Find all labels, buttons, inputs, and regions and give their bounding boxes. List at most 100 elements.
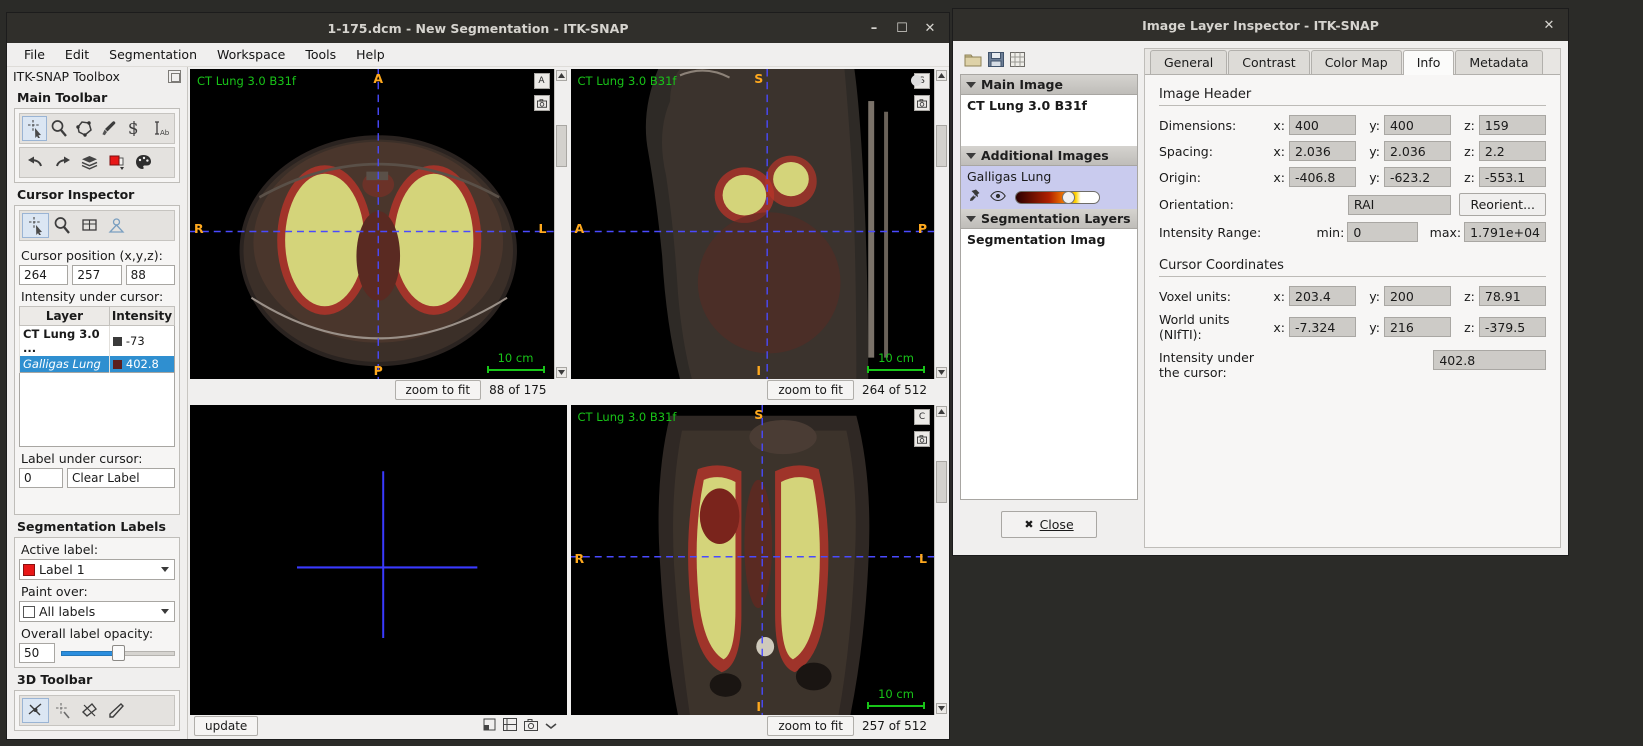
coronal-zoom-to-fit-button[interactable]: zoom to fit [767, 716, 854, 736]
cursor-z-input[interactable]: 88 [125, 265, 175, 285]
label-id-input[interactable]: 0 [19, 468, 63, 488]
undock-icon[interactable] [168, 70, 181, 83]
spray-3d-tool-icon[interactable] [49, 698, 76, 723]
crosshair-tool-icon[interactable] [22, 116, 48, 141]
pin-icon[interactable] [969, 189, 981, 205]
zoom-inspector-icon[interactable] [49, 213, 76, 238]
paint-over-label: Paint over: [21, 584, 88, 599]
main-titlebar: 1-175.dcm - New Segmentation - ITK-SNAP … [7, 13, 949, 43]
axial-zoom-to-fit-button[interactable]: zoom to fit [394, 380, 482, 400]
axial-expand-button[interactable]: A [533, 73, 550, 89]
scroll-thumb[interactable] [936, 461, 947, 503]
axial-scrollbar[interactable] [553, 69, 567, 379]
dialog-close-icon[interactable]: ✕ [1536, 13, 1562, 37]
scroll-thumb[interactable] [936, 125, 947, 167]
scroll-down-arrow[interactable] [936, 367, 947, 378]
layer-item-galligas-lung[interactable]: Galligas Lung [961, 166, 1137, 187]
crosshair-3d-tool-icon[interactable] [22, 698, 49, 723]
colormap-slider[interactable] [1015, 190, 1100, 204]
eye-icon[interactable] [990, 190, 1006, 204]
sagittal-camera-button[interactable] [914, 95, 930, 111]
tab-metadata[interactable]: Metadata [1455, 50, 1543, 74]
tab-color-map[interactable]: Color Map [1310, 50, 1402, 74]
mesh-inspector-icon[interactable] [103, 213, 130, 238]
scalpel-3d-tool-icon[interactable] [76, 698, 103, 723]
reset-view-icon[interactable] [483, 718, 496, 734]
coronal-expand-button[interactable]: C [914, 409, 930, 425]
undo-tool-icon[interactable] [22, 150, 49, 175]
reorient-button[interactable]: Reorient... [1459, 193, 1546, 216]
scroll-down-arrow[interactable] [555, 367, 567, 378]
slider-knob[interactable] [112, 645, 125, 661]
maximize-button[interactable]: ☐ [889, 16, 915, 40]
layers-tool-icon[interactable] [76, 150, 103, 175]
redo-tool-icon[interactable] [49, 150, 76, 175]
close-button[interactable]: ✖ Close [1001, 510, 1097, 538]
tab-general[interactable]: General [1150, 50, 1228, 74]
table-row[interactable]: Galligas Lung 402.8 [19, 356, 175, 373]
sagittal-scrollbar[interactable] [934, 69, 947, 379]
open-folder-icon[interactable] [964, 52, 982, 70]
close-button[interactable]: ✕ [917, 16, 943, 40]
active-label-select[interactable]: Label 1 [19, 559, 175, 580]
scroll-down-arrow[interactable] [936, 703, 947, 714]
scroll-up-arrow[interactable] [936, 70, 947, 81]
camera-icon[interactable] [523, 718, 538, 734]
coronal-scrollbar[interactable] [934, 405, 947, 715]
paint-over-value: All labels [39, 604, 96, 619]
more-icon[interactable] [545, 719, 557, 733]
menu-tools[interactable]: Tools [296, 44, 345, 65]
label-color-tool-icon[interactable] [103, 150, 130, 175]
axial-viewport[interactable]: CT Lung 3.0 B31f A P R L 10 cm A [190, 69, 567, 379]
zoom-pan-tool-icon[interactable] [47, 116, 72, 141]
coronal-viewport[interactable]: CT Lung 3.0 B31f S I R L 10 cm C [570, 405, 947, 715]
table-row[interactable]: CT Lung 3.0 ... -73 [19, 325, 175, 356]
palette-tool-icon[interactable] [130, 150, 157, 175]
crosshair-inspector-icon[interactable] [22, 213, 49, 238]
polygon-tool-icon[interactable] [72, 116, 97, 141]
sagittal-zoom-to-fit-button[interactable]: zoom to fit [767, 380, 854, 400]
expand-icon[interactable] [502, 718, 517, 734]
render3d-viewport[interactable] [190, 405, 567, 715]
tab-contrast[interactable]: Contrast [1228, 50, 1310, 74]
opacity-slider[interactable] [61, 643, 175, 663]
layer-group-main-image[interactable]: Main Image [961, 75, 1137, 95]
layer-item-main-image[interactable]: CT Lung 3.0 B31f [961, 95, 1137, 116]
menu-edit[interactable]: Edit [56, 44, 98, 65]
colormap-slider-handle[interactable] [1062, 190, 1075, 204]
cursor-x-input[interactable]: 264 [19, 265, 69, 285]
axis-z-label: z: [1464, 319, 1475, 335]
save-icon[interactable] [988, 52, 1004, 70]
menu-workspace[interactable]: Workspace [208, 44, 294, 65]
scroll-thumb[interactable] [555, 125, 567, 167]
menu-file[interactable]: File [15, 44, 54, 65]
minimize-button[interactable]: – [861, 16, 887, 40]
opacity-value-input[interactable]: 50 [19, 643, 55, 663]
cut-3d-tool-icon[interactable] [103, 698, 130, 723]
sagittal-viewport[interactable]: CT Lung 3.0 B31f S I A P 10 cm S [570, 69, 947, 379]
scroll-up-arrow[interactable] [555, 70, 567, 81]
axis-y-label: y: [1369, 288, 1380, 304]
menu-help[interactable]: Help [347, 44, 394, 65]
paint-over-select[interactable]: All labels [19, 601, 175, 622]
label-under-cursor-row: 0 Clear Label [19, 468, 175, 488]
cursor-y-input[interactable]: 257 [72, 265, 122, 285]
annotation-tool-icon[interactable]: Ab [147, 116, 172, 141]
coronal-camera-button[interactable] [914, 431, 930, 447]
menu-segmentation[interactable]: Segmentation [100, 44, 206, 65]
tab-info[interactable]: Info [1402, 50, 1455, 75]
grid-inspector-icon[interactable] [76, 213, 103, 238]
render3d-update-button[interactable]: update [194, 716, 259, 736]
layer-item-segmentation-image[interactable]: Segmentation Imag [961, 229, 1137, 250]
snake-tool-icon[interactable]: S [122, 116, 147, 141]
layer-intensity-cell: -73 [108, 325, 175, 356]
intensity-table-empty-area [19, 373, 175, 447]
layer-group-additional-images[interactable]: Additional Images [961, 146, 1137, 166]
layer-group-segmentation-layers[interactable]: Segmentation Layers [961, 209, 1137, 229]
scale-text: 10 cm [878, 351, 914, 365]
paintbrush-tool-icon[interactable] [97, 116, 122, 141]
scroll-up-arrow[interactable] [936, 406, 947, 417]
axial-camera-button[interactable] [533, 95, 550, 111]
label-name-input[interactable]: Clear Label [67, 468, 175, 488]
table-icon[interactable] [1010, 52, 1025, 70]
